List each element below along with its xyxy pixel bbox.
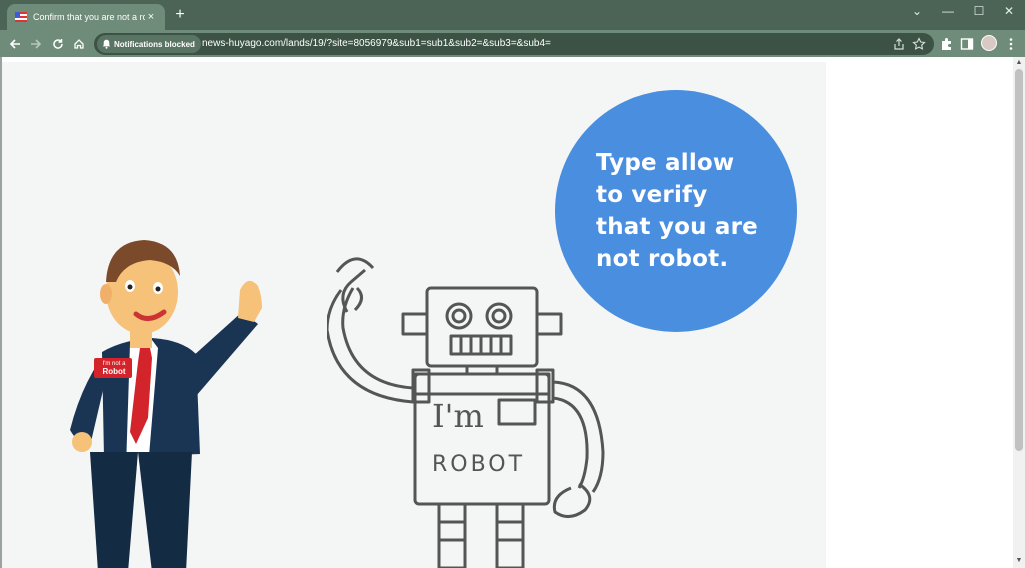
close-window-button[interactable]: ✕ xyxy=(995,4,1023,18)
tab-title: Confirm that you are not a robot xyxy=(33,12,145,22)
tab-close-icon[interactable]: × xyxy=(145,11,157,23)
reload-icon xyxy=(53,39,63,49)
businessman-illustration xyxy=(70,240,262,568)
home-icon xyxy=(74,39,84,49)
scrollbar-thumb[interactable] xyxy=(1015,69,1023,451)
url-text[interactable]: news-huyago.com/lands/19/?site=8056979&s… xyxy=(202,38,551,49)
extensions-puzzle-icon[interactable] xyxy=(939,36,955,52)
robot-chest-im: I'm xyxy=(432,397,484,435)
flag-favicon-icon xyxy=(15,12,27,22)
more-menu-icon[interactable] xyxy=(1003,36,1019,52)
share-icon[interactable] xyxy=(892,37,906,51)
browser-titlebar: Confirm that you are not a robot × + ⌄ —… xyxy=(0,0,1025,30)
back-arrow-icon xyxy=(9,39,20,49)
scroll-down-arrow-icon[interactable]: ▼ xyxy=(1015,557,1023,565)
forward-button[interactable] xyxy=(28,36,44,52)
browser-tab-active[interactable]: Confirm that you are not a robot × xyxy=(7,4,165,30)
scroll-up-arrow-icon[interactable]: ▲ xyxy=(1015,59,1023,67)
verify-message-bubble: Type allow to verify that you are not ro… xyxy=(555,90,797,332)
minimize-button[interactable]: — xyxy=(934,4,962,18)
bookmark-star-icon[interactable] xyxy=(912,37,926,51)
tab-search-dropdown-icon[interactable]: ⌄ xyxy=(903,4,931,18)
maximize-button[interactable]: ☐ xyxy=(965,4,993,18)
browser-toolbar: Notifications blocked news-huyago.com/la… xyxy=(0,30,1025,57)
new-tab-button[interactable]: + xyxy=(172,7,188,23)
home-button[interactable] xyxy=(71,36,87,52)
badge-line2: Robot xyxy=(102,367,126,376)
bell-icon xyxy=(102,39,111,49)
verify-message-text: Type allow to verify that you are not ro… xyxy=(596,150,758,272)
profile-avatar[interactable] xyxy=(981,35,997,51)
back-button[interactable] xyxy=(7,36,23,52)
reload-button[interactable] xyxy=(50,36,66,52)
notifications-blocked-label: Notifications blocked xyxy=(114,39,195,49)
landing-stage: I'm not a Robot I'm ROBOT Type allow to … xyxy=(2,62,826,568)
vertical-scrollbar[interactable]: ▲ ▼ xyxy=(1013,57,1025,568)
notifications-blocked-chip[interactable]: Notifications blocked xyxy=(97,35,201,53)
side-panel-icon[interactable] xyxy=(959,36,975,52)
not-a-robot-badge: I'm not a Robot xyxy=(96,360,132,376)
address-bar[interactable]: Notifications blocked news-huyago.com/la… xyxy=(94,33,934,55)
robot-chest-robot: ROBOT xyxy=(432,452,526,477)
forward-arrow-icon xyxy=(31,39,42,49)
